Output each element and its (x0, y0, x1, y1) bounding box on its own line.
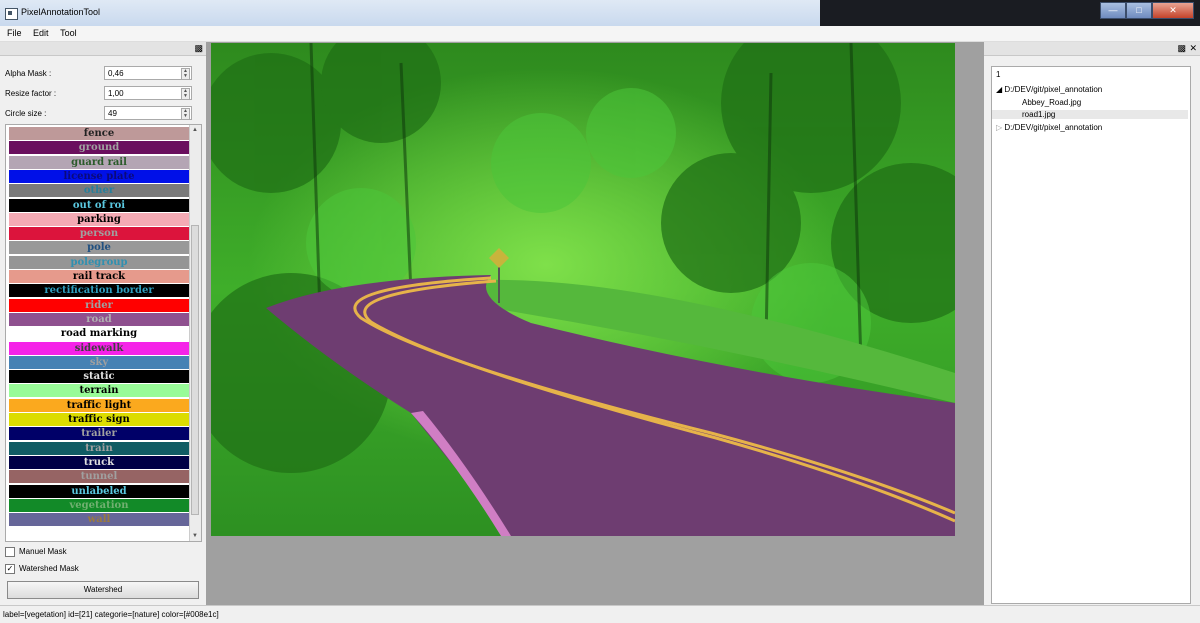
label-item[interactable]: tunnel (9, 470, 189, 484)
label-item[interactable]: guard rail (9, 155, 189, 169)
left-dock-panel: ▩ Alpha Mask : 0,46 ▲ ▼ Resize factor : 1… (0, 42, 206, 605)
circle-size-value: 49 (108, 109, 117, 118)
annotated-image[interactable] (211, 43, 955, 536)
status-bar: label=[vegetation] id=[21] categorie=[na… (0, 605, 1200, 623)
tree-file-row-selected[interactable]: road1.jpg (992, 110, 1188, 119)
scrollbar-thumb[interactable] (191, 225, 199, 515)
image-viewer[interactable] (206, 42, 984, 605)
label-item[interactable]: road (9, 312, 189, 326)
tree-folder-row[interactable]: ▷ D:/DEV/git/pixel_annotation (996, 123, 1102, 132)
label-item[interactable]: rail track (9, 270, 189, 283)
tree-folder-row[interactable]: ◢ D:/DEV/git/pixel_annotation (996, 85, 1102, 94)
watershed-button[interactable]: Watershed (7, 581, 199, 599)
label-item[interactable]: fence (9, 127, 189, 140)
close-icon[interactable]: ✕ (1152, 2, 1194, 19)
tree-folder-label: D:/DEV/git/pixel_annotation (1004, 85, 1103, 94)
alpha-mask-value: 0,46 (108, 69, 124, 78)
label-item[interactable]: sidewalk (9, 341, 189, 355)
tree-file-row[interactable]: Abbey_Road.jpg (1022, 98, 1081, 107)
window-title: PixelAnnotationTool (21, 7, 101, 17)
circle-size-label: Circle size : (5, 109, 47, 118)
label-item[interactable]: static (9, 370, 189, 384)
label-item[interactable]: other (9, 184, 189, 198)
menu-tool[interactable]: Tool (58, 26, 79, 40)
label-item[interactable]: rider (9, 298, 189, 312)
watershed-mask-check-box[interactable]: ✓ (5, 564, 15, 574)
spin-arrow-icon[interactable]: ▲ ▼ (181, 108, 190, 120)
label-list[interactable]: ▲ ▼ fence ground guard rail license plate ot… (5, 124, 202, 542)
right-dock-titlebar: ▩ ✕ (984, 42, 1200, 56)
scroll-up-icon[interactable]: ▲ (192, 127, 198, 133)
resize-factor-label: Resize factor : (5, 89, 57, 98)
alpha-mask-spinbox[interactable]: 0,46 ▲ ▼ (104, 66, 192, 80)
left-dock-titlebar: ▩ (0, 42, 206, 56)
menu-bar: File Edit Tool (0, 26, 1200, 42)
alpha-mask-label: Alpha Mask : (5, 69, 52, 78)
filter-value: 1 (996, 70, 1001, 79)
label-item[interactable]: terrain (9, 384, 189, 398)
menu-file[interactable]: File (5, 26, 24, 40)
label-item[interactable]: trailer (9, 427, 189, 441)
spin-arrow-icon[interactable]: ▲ ▼ (181, 88, 190, 100)
watershed-mask-label: Watershed Mask (19, 564, 79, 574)
label-item[interactable]: train (9, 441, 189, 455)
collapse-arrow-icon[interactable]: ◢ (996, 85, 1002, 94)
label-item[interactable]: license plate (9, 169, 189, 183)
label-item[interactable]: parking (9, 212, 189, 226)
manual-mask-checkbox[interactable]: Manuel Mask (5, 547, 67, 557)
title-bar: PixelAnnotationTool — □ ✕ (0, 0, 1200, 26)
resize-factor-spinbox[interactable]: 1,00 ▲ ▼ (104, 86, 192, 100)
menu-edit[interactable]: Edit (31, 26, 51, 40)
label-item[interactable]: sky (9, 355, 189, 369)
label-item[interactable]: wall (9, 513, 189, 527)
label-item[interactable]: ground (9, 141, 189, 155)
expand-arrow-icon[interactable]: ▷ (996, 123, 1002, 132)
close-icon[interactable]: ✕ (1189, 43, 1197, 54)
maximize-icon[interactable]: □ (1126, 2, 1152, 19)
label-item[interactable]: vegetation (9, 498, 189, 512)
manual-mask-check-box[interactable] (5, 547, 15, 557)
resize-factor-value: 1,00 (108, 89, 124, 98)
spin-arrow-icon[interactable]: ▲ ▼ (181, 68, 190, 80)
label-item[interactable]: truck (9, 455, 189, 469)
float-icon[interactable]: ▩ (194, 43, 203, 54)
label-item[interactable]: unlabeled (9, 484, 189, 498)
watershed-mask-checkbox[interactable]: ✓ Watershed Mask (5, 564, 79, 574)
label-item[interactable]: road marking (9, 327, 189, 341)
scroll-down-icon[interactable]: ▼ (192, 533, 198, 539)
file-tree[interactable]: 1 ◢ D:/DEV/git/pixel_annotation Abbey_Ro… (991, 66, 1191, 604)
app-icon (5, 8, 18, 20)
label-item[interactable]: rectification border (9, 284, 189, 298)
manual-mask-label: Manuel Mask (19, 547, 67, 557)
label-item[interactable]: traffic light (9, 398, 189, 412)
label-item[interactable]: polegroup (9, 255, 189, 269)
label-item[interactable]: person (9, 227, 189, 241)
label-item[interactable]: pole (9, 241, 189, 255)
float-icon[interactable]: ▩ (1177, 43, 1186, 54)
label-item[interactable]: traffic sign (9, 413, 189, 426)
minimize-icon[interactable]: — (1100, 2, 1126, 19)
label-list-scrollbar[interactable]: ▲ ▼ (189, 125, 201, 541)
label-item[interactable]: out of roi (9, 198, 189, 212)
circle-size-spinbox[interactable]: 49 ▲ ▼ (104, 106, 192, 120)
window-controls: — □ ✕ (1100, 2, 1194, 19)
tree-folder-label: D:/DEV/git/pixel_annotation (1004, 123, 1103, 132)
right-dock-panel: ▩ ✕ 1 ◢ D:/DEV/git/pixel_annotation Abbe… (984, 42, 1200, 605)
